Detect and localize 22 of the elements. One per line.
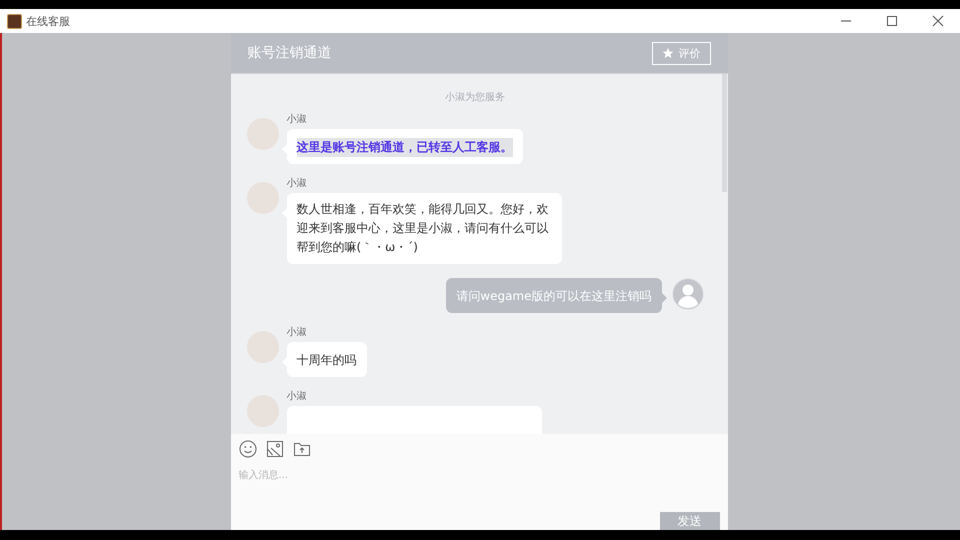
service-notice: 小淑为您服务 <box>445 90 505 104</box>
user-avatar-icon <box>672 278 704 310</box>
scrollbar[interactable] <box>722 74 726 192</box>
sender-name: 小淑 <box>286 114 306 126</box>
image-icon[interactable] <box>266 440 284 458</box>
message-text: 十周年的吗 <box>296 352 356 369</box>
app-icon <box>7 14 22 28</box>
maximize-icon[interactable] <box>886 15 898 27</box>
message-text: 数人世相逢，百年欢笑，能得几回又。您好，欢迎来到客服中心，这里是小淑，请问有什么可以帮到您的嘛(｀・ω・´) <box>296 201 550 256</box>
upload-folder-icon[interactable] <box>292 441 310 457</box>
close-icon[interactable] <box>932 15 944 27</box>
sender-name: 小淑 <box>286 178 306 190</box>
rate-button[interactable]: 评价 <box>652 42 710 64</box>
message-text: 请问wegame版的可以在这里注销吗 <box>456 288 652 305</box>
emoji-icon[interactable] <box>238 440 256 458</box>
send-button[interactable]: 发送 <box>660 512 720 530</box>
star-icon <box>662 47 674 59</box>
chat-title: 账号注销通道 <box>248 44 332 62</box>
window-title: 在线客服 <box>26 14 70 28</box>
sender-name: 小淑 <box>286 391 306 403</box>
message-text: 这里是账号注销通道，已转至人工客服。 <box>296 138 512 157</box>
sender-name: 小淑 <box>286 327 306 339</box>
